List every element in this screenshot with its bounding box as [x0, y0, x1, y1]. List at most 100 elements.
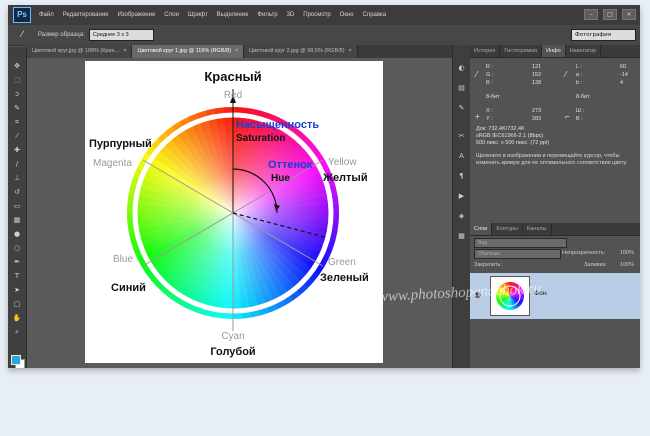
fill-value[interactable]: 100% [620, 262, 634, 268]
menu-layers[interactable]: Слои [164, 12, 179, 18]
character-icon[interactable]: A [456, 151, 467, 161]
y-label: Y : [486, 116, 493, 122]
sample-size-label: Размер образца: [38, 32, 85, 38]
panel-dock-icons: ◐ ▤ ✎ ✂ A ¶ ▶ ◈ ▦ [452, 45, 471, 368]
menu-window[interactable]: Окно [340, 12, 354, 18]
eye-icon[interactable]: ◉ [474, 290, 481, 299]
tab-history[interactable]: История [470, 45, 501, 57]
clone-stamp-icon[interactable]: ⊥ [11, 173, 23, 183]
bit-depth-left: 8-бит [486, 94, 500, 100]
blend-mode-select[interactable]: Обычные [474, 249, 561, 259]
info-panel-tabs: История Гистограмма Инфо Навигатор [470, 45, 640, 58]
l-value: 60 [620, 64, 627, 70]
brush-preset-icon[interactable]: ✎ [456, 103, 467, 113]
info-panel: ⁄ R : 121 G : 152 B : 138 ⁄ L : 60 a : -… [470, 58, 640, 122]
color-profile: sRGB IEC61966-2.1 (8bpc) [476, 133, 544, 139]
tab-layers[interactable]: Слои [470, 223, 493, 235]
minimize-icon[interactable]: – [584, 9, 598, 20]
path-select-icon[interactable]: ➤ [11, 285, 23, 295]
info-hint: Щелкните в изображении и перемещайте кур… [476, 153, 628, 166]
healing-brush-icon[interactable]: ✚ [11, 145, 23, 155]
zoom-tool-icon[interactable]: ⌕ [11, 327, 23, 337]
pen-tool-icon[interactable]: ✒ [11, 257, 23, 267]
menu-image[interactable]: Изображение [117, 12, 155, 18]
document-tab-active[interactable]: Цветовой круг 1.jpg @ 119% (RGB/8) × [132, 45, 245, 58]
menu-file[interactable]: Файл [39, 12, 54, 18]
hand-tool-icon[interactable]: ✋ [11, 313, 23, 323]
tab-label: Цветовой круг 2.jpg @ 98,5% (RGB/8) [249, 48, 345, 54]
type-tool-icon[interactable]: T [11, 271, 23, 281]
label-green-ru: Зеленый [320, 272, 369, 284]
quick-select-tool-icon[interactable]: ✎ [11, 103, 23, 113]
eraser-tool-icon[interactable]: ▭ [11, 201, 23, 211]
document-tab[interactable]: Цветовой круг 2.jpg @ 98,5% (RGB/8) × [244, 45, 358, 58]
tab-label: Цветовой круг 1.jpg @ 119% (RGB/8) [137, 48, 231, 54]
tab-paths[interactable]: Контуры [492, 223, 523, 235]
layer-kind-filter[interactable]: Вид [474, 238, 567, 248]
label-green-en: Green [328, 257, 356, 268]
h-label: В : [576, 116, 583, 122]
histogram-icon[interactable]: ▤ [456, 83, 467, 93]
a-value: -14 [620, 72, 628, 78]
selection-size-icon: ⌐ [565, 112, 570, 121]
sample-size-select[interactable]: Среднее 3 x 3 [88, 29, 154, 41]
close-tab-icon[interactable]: × [235, 48, 238, 54]
menu-type[interactable]: Шрифт [188, 12, 208, 18]
brush-tool-icon[interactable]: ∕ [11, 159, 23, 169]
opacity-value[interactable]: 100% [620, 250, 634, 256]
lasso-tool-icon[interactable]: ↄ [11, 89, 23, 99]
play-icon[interactable]: ▶ [456, 191, 467, 201]
layer-row-background[interactable]: ◉ Фон [470, 273, 640, 319]
label-cyan-en: Cyan [221, 331, 244, 342]
eyedropper-tool-icon[interactable]: ⁄ [14, 29, 30, 41]
tab-channels[interactable]: Каналы [523, 223, 552, 235]
g-value: 152 [532, 72, 542, 78]
tools-icon[interactable]: ✂ [456, 131, 467, 141]
tab-navigator[interactable]: Навигатор [566, 45, 602, 57]
right-panels: История Гистограмма Инфо Навигатор ⁄ R :… [470, 45, 640, 368]
layer-name: Фон [534, 290, 547, 297]
history-brush-icon[interactable]: ↺ [11, 187, 23, 197]
marquee-tool-icon[interactable]: ⬚ [11, 75, 23, 85]
gradient-tool-icon[interactable]: ▦ [11, 215, 23, 225]
close-tab-icon[interactable]: × [123, 48, 126, 54]
blur-tool-icon[interactable]: ● [11, 229, 23, 239]
eyedropper-icon[interactable]: ⁄ [11, 131, 23, 141]
blend-row: Обычные Непрозрачность: 100% [470, 248, 640, 260]
dodge-tool-icon[interactable]: ○ [11, 243, 23, 253]
eyedropper-icon: ⁄ [476, 70, 478, 79]
paragraph-icon[interactable]: ¶ [456, 171, 467, 181]
label-blue-en: Blue [113, 254, 133, 265]
menu-edit[interactable]: Редактирование [63, 12, 109, 18]
workspace-select[interactable]: Фотография [571, 29, 636, 41]
menu-bar: Ps Файл Редактирование Изображение Слои … [8, 5, 640, 25]
styles-icon[interactable]: ◈ [456, 211, 467, 221]
close-icon[interactable]: × [622, 9, 636, 20]
r-value: 121 [532, 64, 542, 70]
g-label: G : [486, 72, 494, 78]
crosshair-icon: + [475, 112, 480, 121]
shape-tool-icon[interactable]: ▢ [11, 299, 23, 309]
document-tab[interactable]: Цветовой круг.jpg @ 108% (Крие... × [27, 45, 133, 58]
maximize-icon[interactable]: □ [603, 9, 617, 20]
foreground-color-swatch[interactable] [11, 355, 21, 365]
menu-help[interactable]: Справка [363, 12, 387, 18]
crop-tool-icon[interactable]: ⌗ [11, 117, 23, 127]
adjust-icon[interactable]: ◐ [456, 63, 467, 73]
menu-select[interactable]: Выделение [217, 12, 249, 18]
bit-depth-right: 8-бит [576, 94, 590, 100]
tab-histogram[interactable]: Гистограмма [500, 45, 543, 57]
menu-3d[interactable]: 3D [287, 12, 295, 18]
menu-filter[interactable]: Фильтр [257, 12, 277, 18]
close-tab-icon[interactable]: × [349, 48, 352, 54]
menu-view[interactable]: Просмотр [303, 12, 330, 18]
document-canvas[interactable]: Красный Red Насыщенность Saturation Пурп… [85, 61, 383, 363]
r-label: R : [486, 64, 494, 70]
lock-row: Закрепить: Заливка: 100% [470, 260, 640, 272]
move-tool-icon[interactable]: ✥ [11, 61, 23, 71]
b-label: B : [486, 80, 493, 86]
swatches-icon[interactable]: ▦ [456, 231, 467, 241]
opacity-label: Непрозрачность: [562, 250, 606, 256]
a-label: a : [576, 72, 583, 78]
tab-info[interactable]: Инфо [542, 45, 566, 57]
